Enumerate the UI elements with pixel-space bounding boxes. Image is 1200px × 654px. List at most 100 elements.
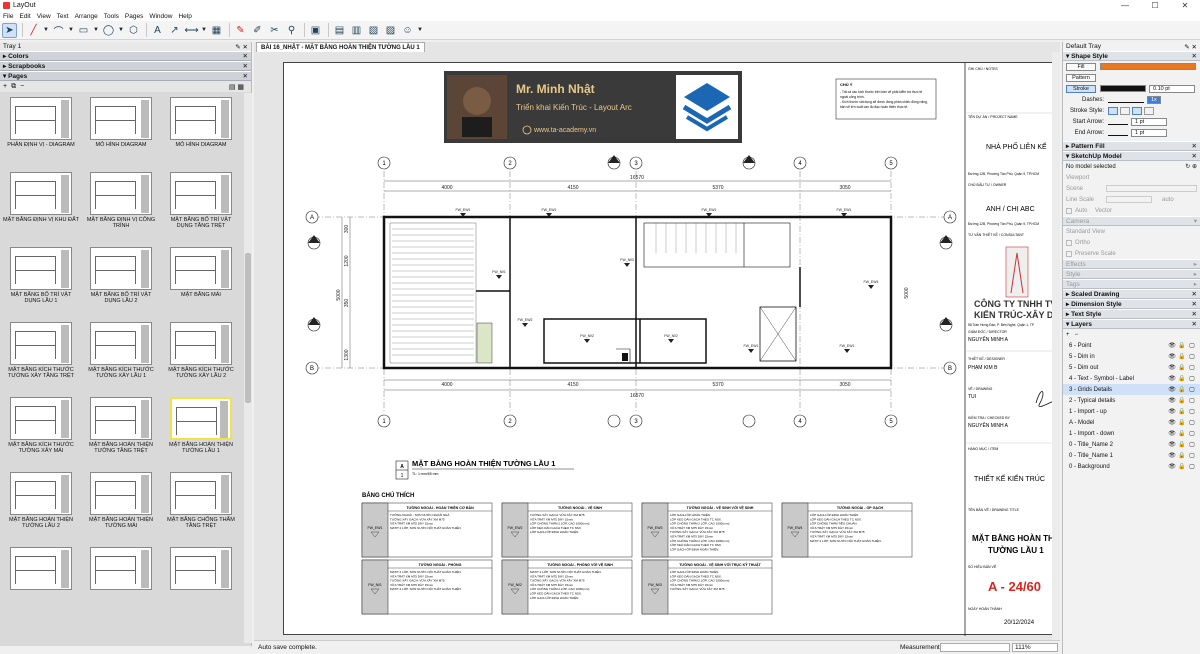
scene-select[interactable] (1106, 185, 1197, 192)
shared-layer-icon[interactable]: ▢ (1187, 430, 1197, 437)
preserve-scale-checkbox[interactable] (1066, 250, 1072, 257)
layer-row[interactable]: 1 - Import - down 👁 🔒 ▢ (1063, 428, 1200, 439)
shared-layer-icon[interactable]: ▢ (1187, 463, 1197, 470)
dash-style-select[interactable] (1108, 96, 1144, 103)
dash-scale-select[interactable]: 1x (1147, 95, 1161, 104)
page-preview[interactable] (90, 397, 152, 440)
page-preview[interactable] (10, 247, 72, 290)
cap-style-icon[interactable] (1120, 106, 1130, 115)
page-thumbnail[interactable]: MẶT BẰNG KÍCH THƯỚC TƯỜNG XÂY TẦNG TRỆT (2, 322, 80, 379)
layer-row[interactable]: 2 - Typical details 👁 🔒 ▢ (1063, 395, 1200, 406)
layers-section[interactable]: ▾ Layers ✕ (1063, 319, 1200, 329)
join-style-icon[interactable] (1144, 106, 1154, 115)
join-style-icon[interactable] (1132, 106, 1142, 115)
page-preview[interactable] (90, 472, 152, 515)
dimension-dropdown-icon[interactable]: ▼ (201, 23, 207, 38)
split-tool-icon[interactable]: ✂ (267, 23, 282, 38)
layer-row[interactable]: 0 - Title_Name 2 👁 🔒 ▢ (1063, 439, 1200, 450)
page-preview[interactable] (10, 472, 72, 515)
shared-layer-icon[interactable]: ▢ (1187, 452, 1197, 459)
sketchup-model-section[interactable]: ▾ SketchUp Model ✕ (1063, 151, 1200, 161)
page-thumbnail[interactable]: MẶT BẰNG KÍCH THƯỚC TƯỜNG XÂY MÁI (2, 397, 80, 454)
account-dropdown-icon[interactable]: ▼ (417, 23, 423, 38)
render-auto-checkbox[interactable] (1066, 207, 1072, 214)
print-icon[interactable]: ▨ (383, 23, 398, 38)
close-icon[interactable]: ✕ (1192, 310, 1197, 318)
lock-icon[interactable]: 🔒 (1177, 364, 1187, 371)
page-thumbnail[interactable]: MẶT BẰNG MÁI (162, 247, 240, 298)
close-icon[interactable]: ✕ (1192, 142, 1197, 150)
scroll-thumb[interactable] (245, 253, 251, 403)
layer-row[interactable]: 4 - Text - Symbol - Label 👁 🔒 ▢ (1063, 373, 1200, 384)
add-layer-button[interactable]: + (1066, 332, 1070, 338)
scaled-drawing-section[interactable]: ▸ Scaled Drawing ✕ (1063, 289, 1200, 299)
page-thumbnail[interactable]: MẶT BẰNG BỐ TRÍ VẬT DỤNG LẦU 1 (2, 247, 80, 304)
layer-row[interactable]: 1 - Import - up 👁 🔒 ▢ (1063, 406, 1200, 417)
menu-help[interactable]: Help (175, 13, 194, 20)
export-icon[interactable]: ▧ (366, 23, 381, 38)
add-page-button[interactable]: + (3, 83, 7, 90)
stroke-button[interactable]: Stroke (1066, 84, 1096, 93)
lock-icon[interactable]: 🔒 (1177, 408, 1187, 415)
layer-row[interactable]: 3 - Grids Details 👁 🔒 ▢ (1063, 384, 1200, 395)
page-preview[interactable] (170, 472, 232, 515)
circle-tool-icon[interactable]: ◯ (101, 23, 116, 38)
page-thumbnail[interactable]: MẶT BẰNG HOÀN THIỆN TƯỜNG LẦU 1 (162, 397, 240, 454)
eye-icon[interactable]: 👁 (1167, 441, 1177, 448)
page-preview[interactable] (90, 172, 152, 215)
shared-layer-icon[interactable]: ▢ (1187, 408, 1197, 415)
layer-row[interactable]: 0 - Background 👁 🔒 ▢ (1063, 461, 1200, 472)
layer-row[interactable]: 6 - Point 👁 🔒 ▢ (1063, 340, 1200, 351)
eye-icon[interactable]: 👁 (1167, 375, 1177, 382)
line-dropdown-icon[interactable]: ▼ (43, 23, 49, 38)
lock-icon[interactable]: 🔒 (1177, 353, 1187, 360)
lock-icon[interactable]: 🔒 (1177, 452, 1187, 459)
dimension-style-section[interactable]: ▸ Dimension Style ✕ (1063, 299, 1200, 309)
refresh-icon[interactable]: ↻ ⊕ (1185, 163, 1197, 170)
lock-icon[interactable]: 🔒 (1177, 397, 1187, 404)
fill-swatch[interactable] (1100, 63, 1196, 70)
shape-style-section[interactable]: ▾ Shape Style ✕ (1063, 51, 1200, 61)
page-thumbnail[interactable] (162, 547, 240, 592)
shared-layer-icon[interactable]: ▢ (1187, 375, 1197, 382)
page-thumbnail[interactable]: MÔ HÌNH DIAGRAM (82, 97, 160, 148)
page-preview[interactable] (170, 247, 232, 290)
lock-icon[interactable]: 🔒 (1177, 386, 1187, 393)
start-arrow-select[interactable] (1108, 118, 1128, 125)
layer-row[interactable]: 5 - Dim in 👁 🔒 ▢ (1063, 351, 1200, 362)
stroke-swatch[interactable] (1100, 85, 1146, 92)
page-preview[interactable] (170, 547, 232, 590)
panel-scrapbooks[interactable]: ▸ Scrapbooks ✕ (0, 61, 251, 71)
lock-icon[interactable]: 🔒 (1177, 419, 1187, 426)
close-icon[interactable]: ✕ (1192, 320, 1197, 328)
page-thumbnail[interactable]: MẶT BẰNG KÍCH THƯỚC TƯỜNG XÂY LẦU 2 (162, 322, 240, 379)
eye-icon[interactable]: 👁 (1167, 430, 1177, 437)
canvas-area[interactable]: BÀI 16_NHẬT - MẶT BẰNG HOÀN THIỆN TƯỜNG … (254, 42, 1061, 640)
layer-row[interactable]: 0 - Title_Name 1 👁 🔒 ▢ (1063, 450, 1200, 461)
close-icon[interactable]: ✕ (243, 72, 248, 80)
close-icon[interactable]: ✕ (1192, 152, 1197, 160)
page-preview[interactable] (170, 97, 232, 140)
page-preview[interactable] (10, 97, 72, 140)
maximize-button[interactable]: ☐ (1140, 0, 1170, 11)
style-section[interactable]: Style ▸ (1063, 269, 1200, 279)
page-preview[interactable] (10, 172, 72, 215)
menu-pages[interactable]: Pages (122, 13, 146, 20)
close-icon[interactable]: ✕ (1192, 52, 1197, 60)
page-thumbnail[interactable]: MẶT BẰNG BỐ TRÍ VẬT DỤNG TẦNG TRỆT (162, 172, 240, 229)
ortho-checkbox[interactable] (1066, 239, 1072, 246)
render-mode-select[interactable]: Vector (1095, 208, 1112, 214)
page-preview[interactable] (170, 397, 232, 440)
close-icon[interactable]: ✕ (243, 52, 248, 60)
table-tool-icon[interactable]: ▦ (209, 23, 224, 38)
arc-dropdown-icon[interactable]: ▼ (68, 23, 74, 38)
shared-layer-icon[interactable]: ▢ (1187, 342, 1197, 349)
eye-icon[interactable]: 👁 (1167, 463, 1177, 470)
drawing-sheet[interactable]: Mr. Minh Nhật Triển khai Kiến Trúc - Lay… (283, 62, 1061, 636)
lock-icon[interactable]: 🔒 (1177, 463, 1187, 470)
shared-layer-icon[interactable]: ▢ (1187, 441, 1197, 448)
tags-section[interactable]: Tags ▸ (1063, 279, 1200, 289)
select-tool-icon[interactable]: ➤ (2, 22, 17, 38)
fill-button[interactable]: Fill (1066, 62, 1096, 71)
close-icon[interactable]: ✕ (1192, 290, 1197, 298)
